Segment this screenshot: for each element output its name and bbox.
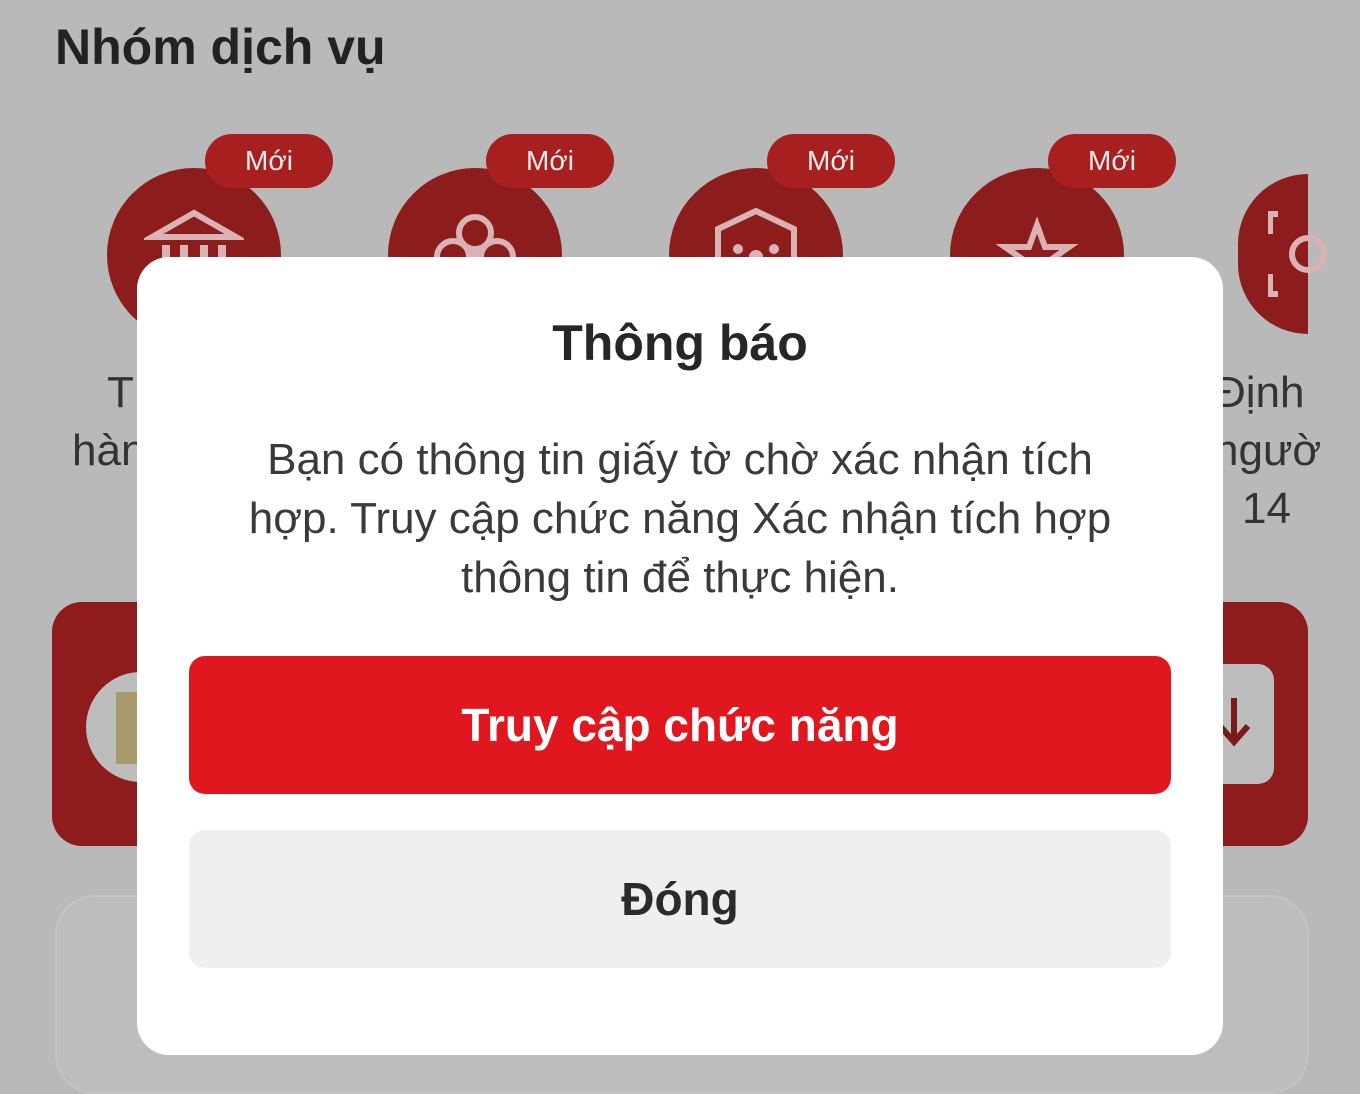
new-badge: Mới	[205, 134, 333, 188]
service-label-1-line2: hàn	[72, 426, 146, 475]
new-badge: Mới	[486, 134, 614, 188]
dialog-title: Thông báo	[552, 315, 808, 371]
dialog-message-line: hợp. Truy cập chức năng Xác nhận tích hợ…	[248, 494, 1112, 543]
access-feature-button[interactable]: Truy cập chức năng	[189, 656, 1171, 794]
service-label-5-line1: Định	[1214, 368, 1305, 417]
new-badge: Mới	[1048, 134, 1176, 188]
close-button[interactable]: Đóng	[189, 830, 1171, 968]
service-label-5-line3: 14	[1242, 484, 1291, 533]
service-item-5[interactable]	[1238, 174, 1327, 334]
new-badge: Mới	[767, 134, 895, 188]
service-label-1-line1: T	[107, 368, 134, 417]
service-label-5-line2: ngườ	[1214, 426, 1322, 475]
dialog-message: Bạn có thông tin giấy tờ chờ xác nhận tí…	[185, 430, 1175, 607]
section-title: Nhóm dịch vụ	[55, 19, 386, 75]
face-scan-icon	[1268, 211, 1327, 297]
dialog-message-line: Bạn có thông tin giấy tờ chờ xác nhận tí…	[267, 435, 1093, 484]
dialog-message-line: thông tin để thực hiện.	[461, 553, 899, 602]
